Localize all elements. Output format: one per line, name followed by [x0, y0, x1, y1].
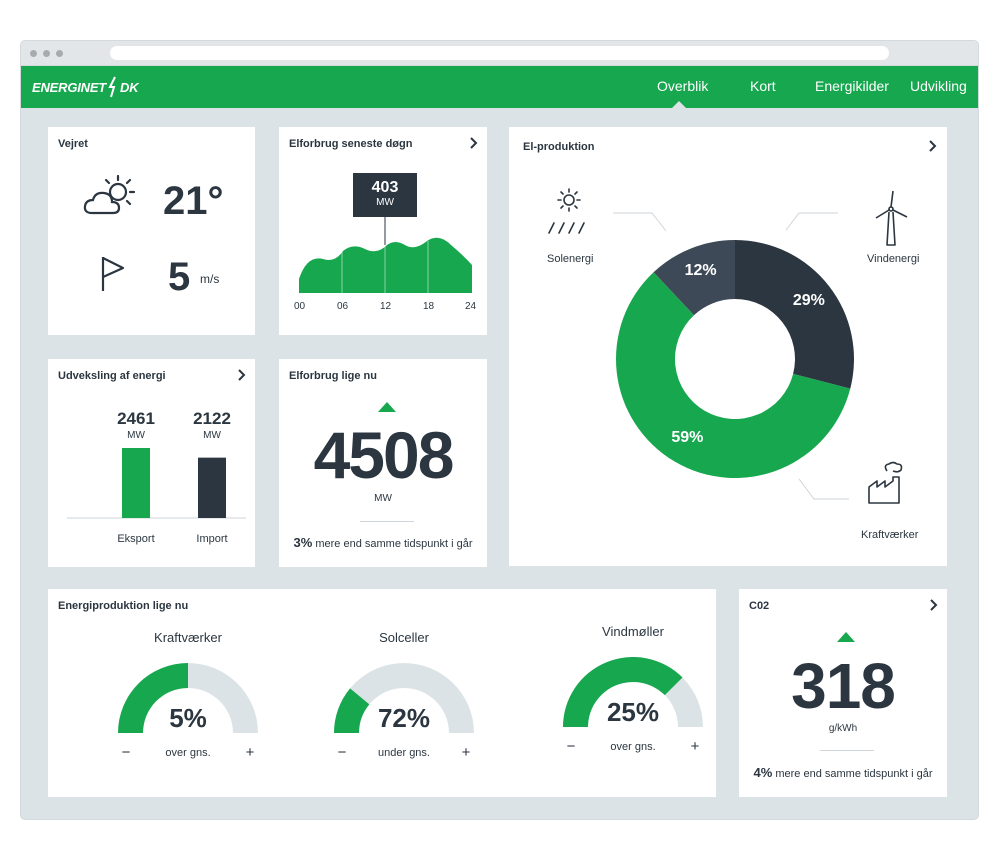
gauge-title: Vindmøller	[602, 624, 664, 639]
gauge-minus-button[interactable]: −	[118, 744, 134, 761]
nav-item-udvikling[interactable]: Udvikling	[910, 78, 967, 94]
gauge-note: over gns.	[165, 747, 211, 759]
x-tick: 06	[337, 301, 349, 312]
consumption-change: 3% mere end samme tidspunkt i går	[279, 535, 487, 550]
power-plant-icon	[868, 461, 903, 504]
gauge-title: Kraftværker	[154, 630, 222, 645]
donut-slice-label: 29%	[792, 291, 825, 309]
nav-item-energikilder[interactable]: Energikilder	[815, 78, 889, 94]
co2-change: 4% mere end samme tidspunkt i går	[739, 765, 947, 780]
trend-up-icon	[837, 632, 855, 642]
consumption-now-value: 4508	[313, 418, 455, 492]
wind-speed-unit: m/s	[200, 272, 220, 286]
browser-titlebar	[21, 41, 978, 66]
solar-label: Solenergi	[547, 253, 594, 265]
x-axis-ticks: 00 06 12 18 24	[279, 301, 487, 313]
gauge-minus-button[interactable]: −	[334, 744, 350, 761]
co2-unit: g/kWh	[828, 723, 858, 734]
wind-turbine-icon	[875, 190, 908, 246]
logo-text-right: DK	[120, 79, 139, 95]
tooltip-value: 403	[371, 179, 399, 196]
bar-value-label: 2461	[117, 409, 155, 428]
weather-title: Vejret	[58, 138, 88, 150]
leader-line-wind	[785, 212, 838, 231]
bar-unit-label: MW	[203, 430, 221, 441]
energinet-logo[interactable]: ENERGINET DK	[32, 76, 139, 98]
bar-import[interactable]	[198, 457, 226, 518]
gauge-plus-button[interactable]: +	[242, 744, 258, 761]
co2-value: 318	[791, 650, 896, 722]
window-dot-icon[interactable]	[43, 50, 50, 57]
co2-title: C02	[749, 600, 770, 612]
temperature-value: 21°	[163, 179, 224, 223]
window-dot-icon[interactable]	[30, 50, 37, 57]
bar-eksport[interactable]	[122, 448, 150, 518]
top-nav: ENERGINET DK Overblik Kort Energikilder …	[21, 66, 978, 108]
donut-slice-label: 59%	[671, 429, 704, 447]
exchange-card[interactable]: Udveksling af energi 2461 MW Eksport 2122 MW…	[48, 359, 255, 567]
logo-text-left: ENERGINET	[32, 79, 107, 95]
gauge-minus-button[interactable]: −	[563, 738, 579, 755]
donut-slice-label: 12%	[684, 262, 717, 280]
x-tick: 00	[294, 301, 306, 312]
gauge-title: Solceller	[379, 630, 429, 645]
leader-line-solar	[613, 212, 667, 232]
address-bar[interactable]	[110, 46, 889, 60]
bar-unit-label: MW	[127, 430, 145, 441]
chevron-right-icon[interactable]	[927, 598, 941, 612]
consumption-day-card[interactable]: Elforbrug seneste døgn 403 MW 00 06 12 1…	[279, 127, 487, 335]
x-tick: 24	[465, 301, 477, 312]
consumption-change-text: mere end samme tidspunkt i går	[315, 538, 473, 550]
co2-card[interactable]: C02 318 g/kWh 4% mere end samme tidspunk…	[739, 589, 947, 797]
energy-now-card: Energiproduktion lige nu Kraftværker 5% ov…	[48, 589, 716, 797]
gauge-note: under gns.	[378, 747, 430, 759]
nav-item-overblik[interactable]: Overblik	[657, 78, 708, 94]
window-dot-icon[interactable]	[56, 50, 63, 57]
bar-category-label: Eksport	[117, 533, 155, 545]
solar-icon	[548, 188, 585, 234]
gauge-note: over gns.	[610, 741, 656, 753]
gauge-value: 25%	[606, 697, 660, 727]
leader-line-power	[798, 478, 849, 500]
nav-item-kort[interactable]: Kort	[750, 78, 776, 94]
x-tick: 12	[380, 301, 392, 312]
wind-label: Vindenergi	[867, 253, 920, 265]
consumption-now-card: Elforbrug lige nu 4508 MW 3% mere end sa…	[279, 359, 487, 567]
divider	[360, 521, 414, 522]
gauge-value: 72%	[377, 703, 431, 733]
browser-window: ENERGINET DK Overblik Kort Energikilder …	[21, 41, 978, 819]
partly-cloudy-icon	[83, 174, 136, 215]
gauge-plus-button[interactable]: +	[687, 738, 703, 755]
consumption-now-unit: MW	[374, 493, 392, 504]
tooltip-unit: MW	[376, 197, 394, 208]
power-label: Kraftværker	[861, 529, 919, 541]
trend-up-icon	[378, 402, 396, 412]
wind-speed-value: 5	[168, 255, 191, 299]
bar-category-label: Import	[196, 533, 228, 545]
co2-change-pct: 4%	[753, 765, 773, 780]
logo-slash-icon	[108, 76, 116, 98]
wind-flag-icon	[101, 257, 125, 291]
divider	[820, 750, 874, 751]
co2-change-text: mere end samme tidspunkt i går	[775, 768, 933, 780]
consumption-now-title: Elforbrug lige nu	[289, 370, 377, 382]
energy-now-title: Energiproduktion lige nu	[58, 600, 189, 612]
bar-value-label: 2122	[193, 409, 231, 428]
consumption-tooltip: 403 MW	[353, 173, 417, 217]
x-tick: 18	[423, 301, 435, 312]
gauge-value: 5%	[169, 703, 207, 733]
donut-slice-vindenergi[interactable]	[735, 240, 854, 389]
gauge-plus-button[interactable]: +	[458, 744, 474, 761]
active-nav-indicator	[672, 101, 686, 108]
production-card[interactable]: El-produktion 12% 29% 59% Solenergi Vind…	[509, 127, 947, 566]
consumption-change-pct: 3%	[293, 535, 313, 550]
weather-card: Vejret 21° 5 m/s	[48, 127, 255, 335]
